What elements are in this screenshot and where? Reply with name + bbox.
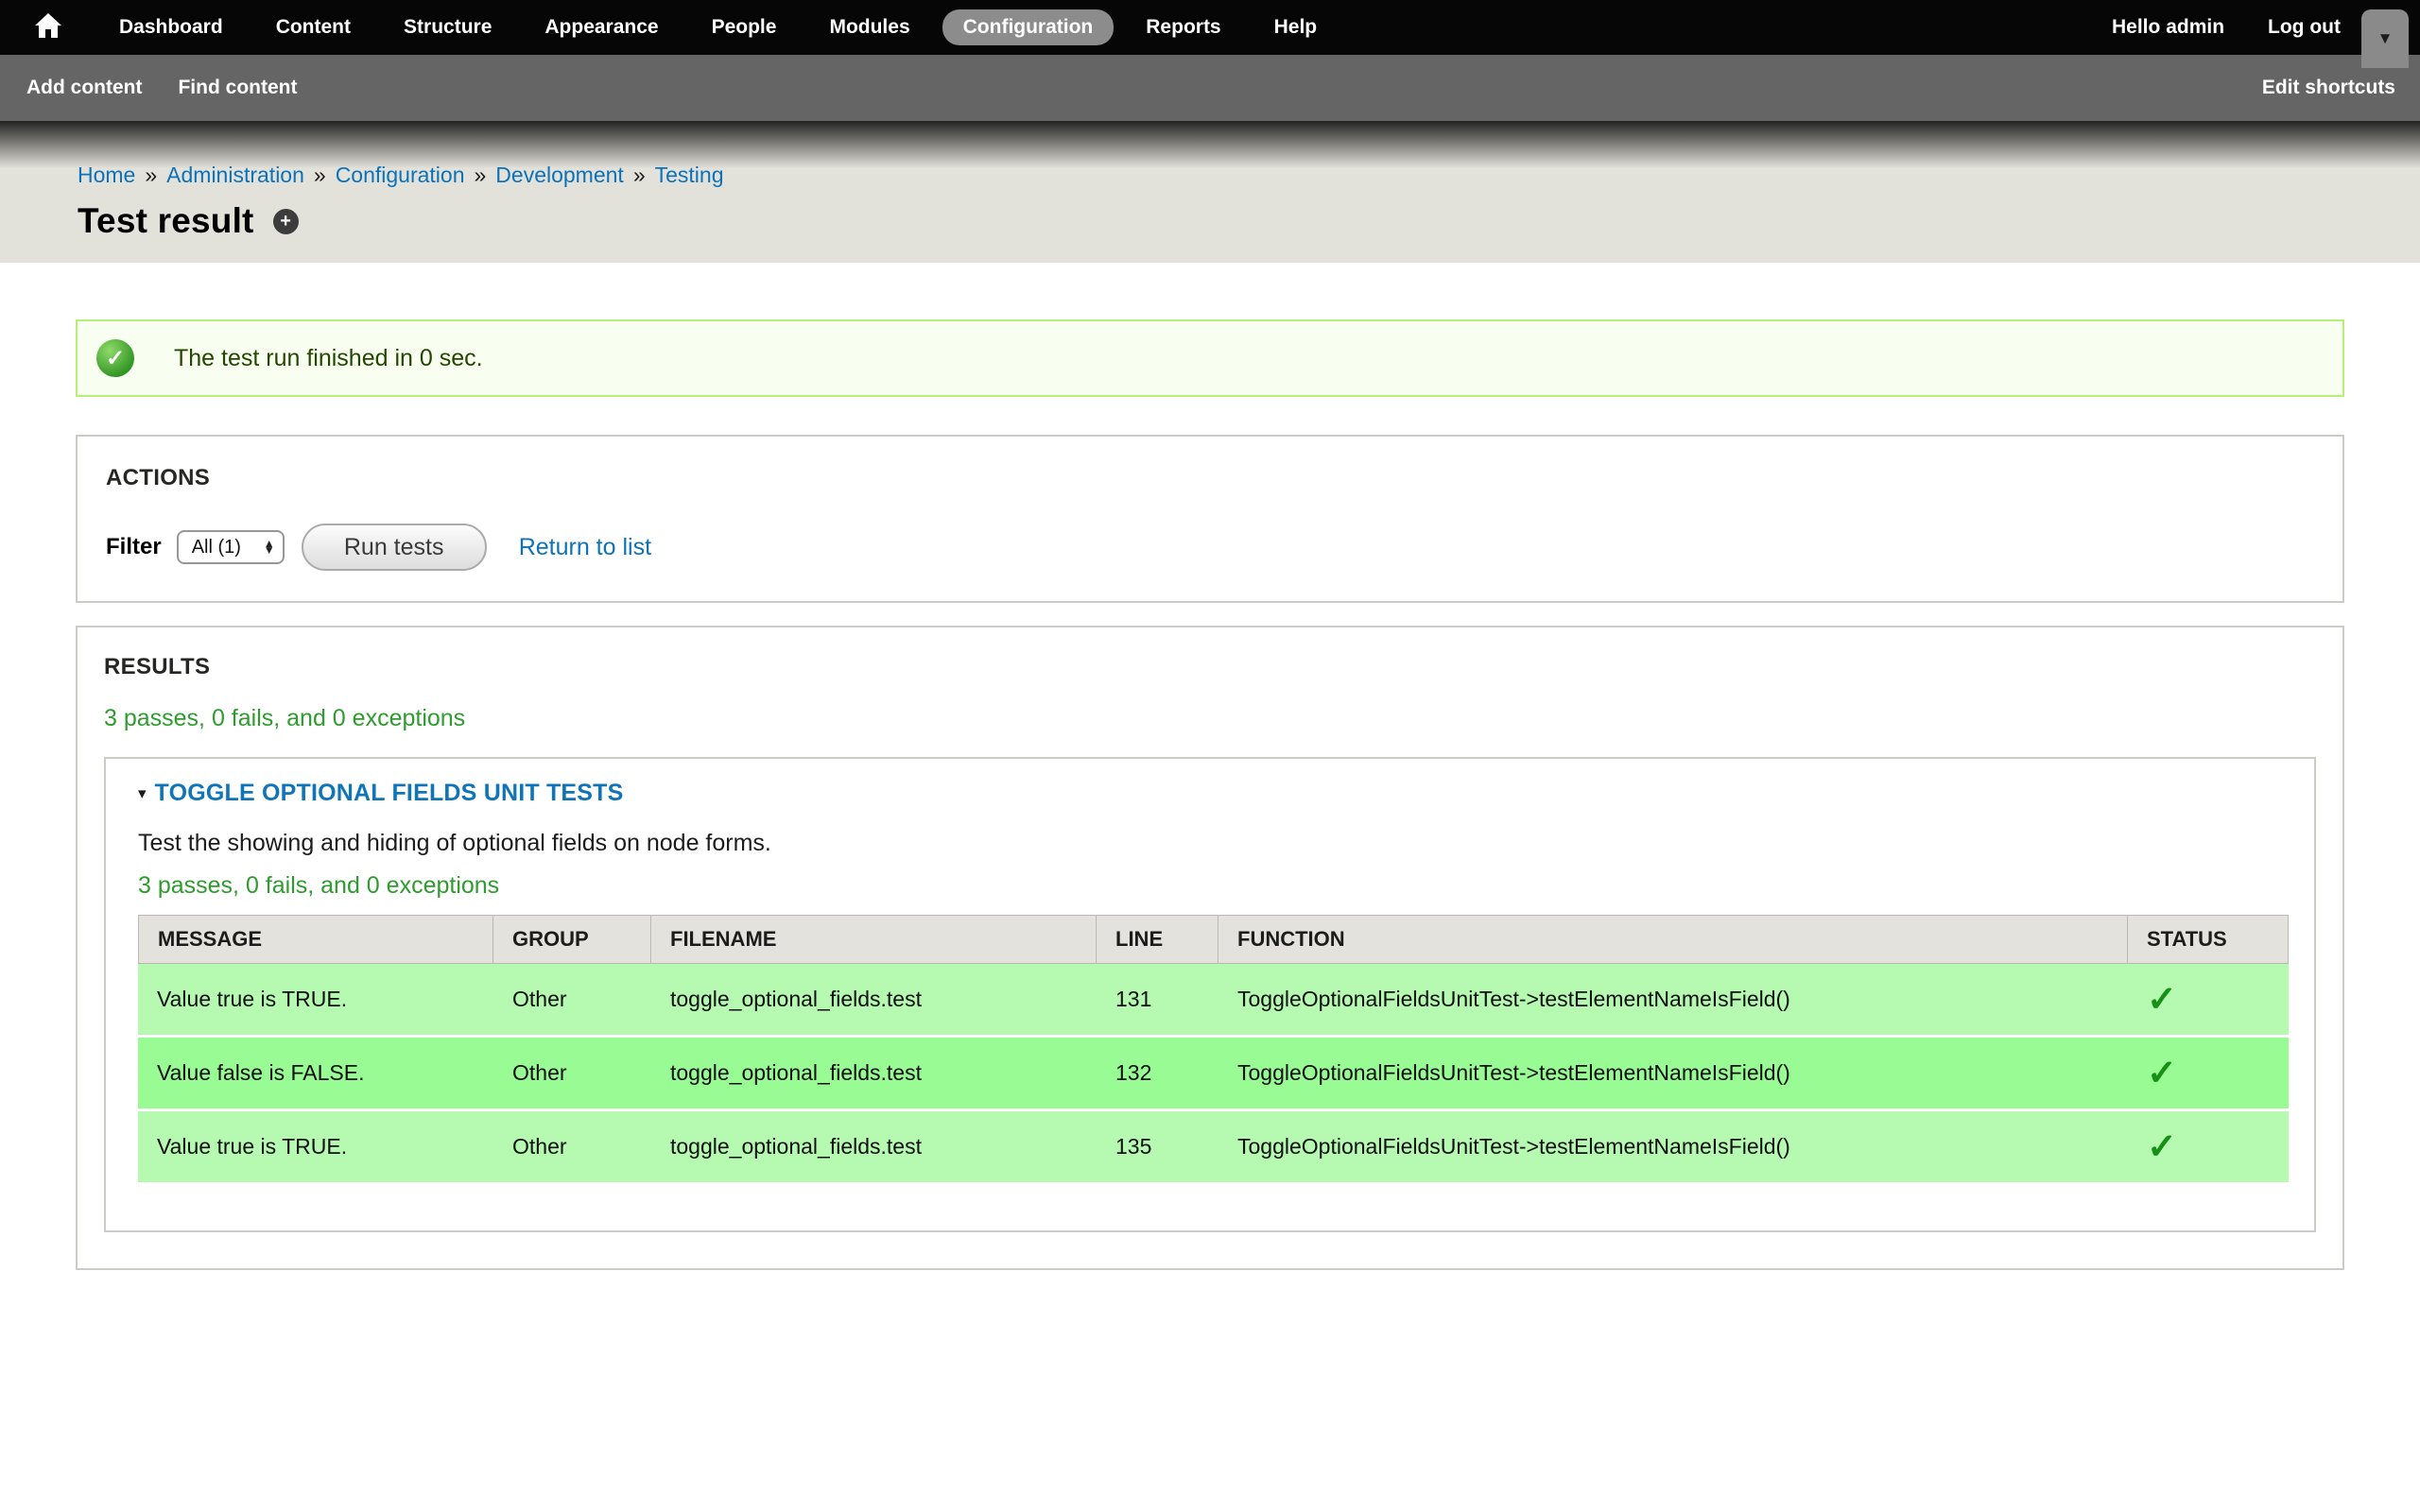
column-header-group: GROUP — [493, 915, 651, 964]
home-button[interactable] — [21, 12, 76, 43]
test-group-summary: 3 passes, 0 fails, and 0 exceptions — [138, 872, 2282, 900]
cell-filename: toggle_optional_fields.test — [651, 1038, 1097, 1111]
breadcrumb-separator: » — [633, 163, 646, 187]
cell-filename: toggle_optional_fields.test — [651, 1111, 1097, 1185]
page-header: Home » Administration » Configuration » Develo… — [0, 121, 2420, 263]
toolbar-item-configuration[interactable]: Configuration — [942, 9, 1115, 45]
breadcrumb-separator: » — [145, 163, 157, 187]
actions-legend: ACTIONS — [106, 465, 2314, 491]
cell-line: 131 — [1097, 964, 1219, 1038]
table-row: Value true is TRUE.Othertoggle_optional_… — [138, 1111, 2289, 1185]
actions-fieldset: ACTIONS Filter All (1) ▲▼ Run tests Retu… — [76, 435, 2344, 603]
breadcrumb-separator: » — [314, 163, 326, 187]
table-row: Value true is TRUE.Othertoggle_optional_… — [138, 964, 2289, 1038]
column-header-line: LINE — [1097, 915, 1219, 964]
toolbar-item-dashboard[interactable]: Dashboard — [98, 9, 244, 45]
select-stepper-icon: ▲▼ — [264, 541, 275, 555]
cell-message: Value true is TRUE. — [138, 964, 493, 1038]
collapse-triangle-icon: ▾ — [138, 784, 147, 803]
status-message: ✓ The test run finished in 0 sec. — [76, 319, 2344, 397]
pass-check-icon: ✓ — [2147, 980, 2177, 1020]
toolbar-drawer-toggle[interactable]: ▼ — [2361, 9, 2409, 68]
breadcrumb-separator: » — [475, 163, 487, 187]
admin-toolbar: Dashboard Content Structure Appearance Peopl… — [0, 0, 2420, 55]
filter-label: Filter — [106, 534, 162, 560]
toolbar-item-reports[interactable]: Reports — [1125, 9, 1241, 45]
cell-status: ✓ — [2128, 964, 2289, 1038]
breadcrumb-link-development[interactable]: Development — [495, 163, 624, 187]
shortcuts-bar: Add content Find content Edit shortcuts — [0, 55, 2420, 121]
test-group-description: Test the showing and hiding of optional … — [138, 830, 2282, 857]
return-to-list-link[interactable]: Return to list — [519, 534, 651, 561]
cell-function: ToggleOptionalFieldsUnitTest->testElemen… — [1219, 964, 2128, 1038]
cell-function: ToggleOptionalFieldsUnitTest->testElemen… — [1219, 1038, 2128, 1111]
cell-message: Value false is FALSE. — [138, 1038, 493, 1111]
logout-link[interactable]: Log out — [2268, 16, 2341, 39]
cell-group: Other — [493, 1038, 651, 1111]
filter-select[interactable]: All (1) ▲▼ — [177, 530, 285, 564]
cell-line: 135 — [1097, 1111, 1219, 1185]
shortcut-item-add-content[interactable]: Add content — [26, 77, 142, 99]
results-fieldset: RESULTS 3 passes, 0 fails, and 0 excepti… — [76, 626, 2344, 1270]
cell-status: ✓ — [2128, 1111, 2289, 1185]
column-header-filename: FILENAME — [651, 915, 1097, 964]
toolbar-item-appearance[interactable]: Appearance — [524, 9, 679, 45]
test-group-fieldset: ▾ TOGGLE OPTIONAL FIELDS UNIT TESTS Test… — [104, 757, 2316, 1232]
cell-status: ✓ — [2128, 1038, 2289, 1111]
status-message-text: The test run finished in 0 sec. — [174, 345, 483, 372]
username: admin — [2166, 16, 2224, 38]
cell-group: Other — [493, 964, 651, 1038]
page-title: Test result — [78, 201, 254, 241]
toolbar-account-area: Hello admin Log out — [2112, 0, 2341, 55]
pass-check-icon: ✓ — [2147, 1054, 2177, 1093]
toolbar-item-structure[interactable]: Structure — [383, 9, 512, 45]
test-group-title-text: TOGGLE OPTIONAL FIELDS UNIT TESTS — [155, 780, 624, 807]
chevron-down-icon: ▼ — [2377, 29, 2394, 48]
cell-line: 132 — [1097, 1038, 1219, 1111]
cell-group: Other — [493, 1111, 651, 1185]
cell-function: ToggleOptionalFieldsUnitTest->testElemen… — [1219, 1111, 2128, 1185]
run-tests-button[interactable]: Run tests — [302, 524, 487, 571]
breadcrumb-link-configuration[interactable]: Configuration — [336, 163, 465, 187]
toolbar-item-people[interactable]: People — [691, 9, 798, 45]
greeting-text: Hello admin — [2112, 16, 2224, 39]
results-table-header-row: MESSAGEGROUPFILENAMELINEFUNCTIONSTATUS — [138, 915, 2289, 964]
edit-shortcuts-link[interactable]: Edit shortcuts — [2262, 77, 2395, 99]
toolbar-menu: Dashboard Content Structure Appearance Peopl… — [93, 9, 1343, 45]
results-legend: RESULTS — [104, 654, 2316, 680]
column-header-function: FUNCTION — [1219, 915, 2128, 964]
success-check-icon: ✓ — [96, 339, 134, 377]
column-header-message: MESSAGE — [138, 915, 493, 964]
cell-message: Value true is TRUE. — [138, 1111, 493, 1185]
main-content: ✓ The test run finished in 0 sec. ACTION… — [0, 319, 2420, 1270]
pass-check-icon: ✓ — [2147, 1127, 2177, 1167]
results-table: MESSAGEGROUPFILENAMELINEFUNCTIONSTATUS V… — [138, 915, 2289, 1185]
table-row: Value false is FALSE.Othertoggle_optiona… — [138, 1038, 2289, 1111]
shortcut-item-find-content[interactable]: Find content — [178, 77, 297, 99]
breadcrumb: Home » Administration » Configuration » Develo… — [78, 163, 2420, 188]
breadcrumb-link-testing[interactable]: Testing — [655, 163, 724, 187]
filter-select-value: All (1) — [192, 537, 264, 558]
contextual-plus-icon[interactable]: + — [273, 209, 299, 234]
breadcrumb-link-home[interactable]: Home — [78, 163, 135, 187]
column-header-status: STATUS — [2128, 915, 2289, 964]
toolbar-item-modules[interactable]: Modules — [808, 9, 930, 45]
test-group-title[interactable]: ▾ TOGGLE OPTIONAL FIELDS UNIT TESTS — [138, 780, 2282, 807]
home-icon — [34, 12, 62, 43]
shortcut-items: Add content Find content — [26, 77, 333, 99]
results-summary: 3 passes, 0 fails, and 0 exceptions — [104, 705, 2316, 732]
toolbar-item-help[interactable]: Help — [1253, 9, 1339, 45]
toolbar-item-content[interactable]: Content — [255, 9, 372, 45]
breadcrumb-link-administration[interactable]: Administration — [166, 163, 304, 187]
cell-filename: toggle_optional_fields.test — [651, 964, 1097, 1038]
